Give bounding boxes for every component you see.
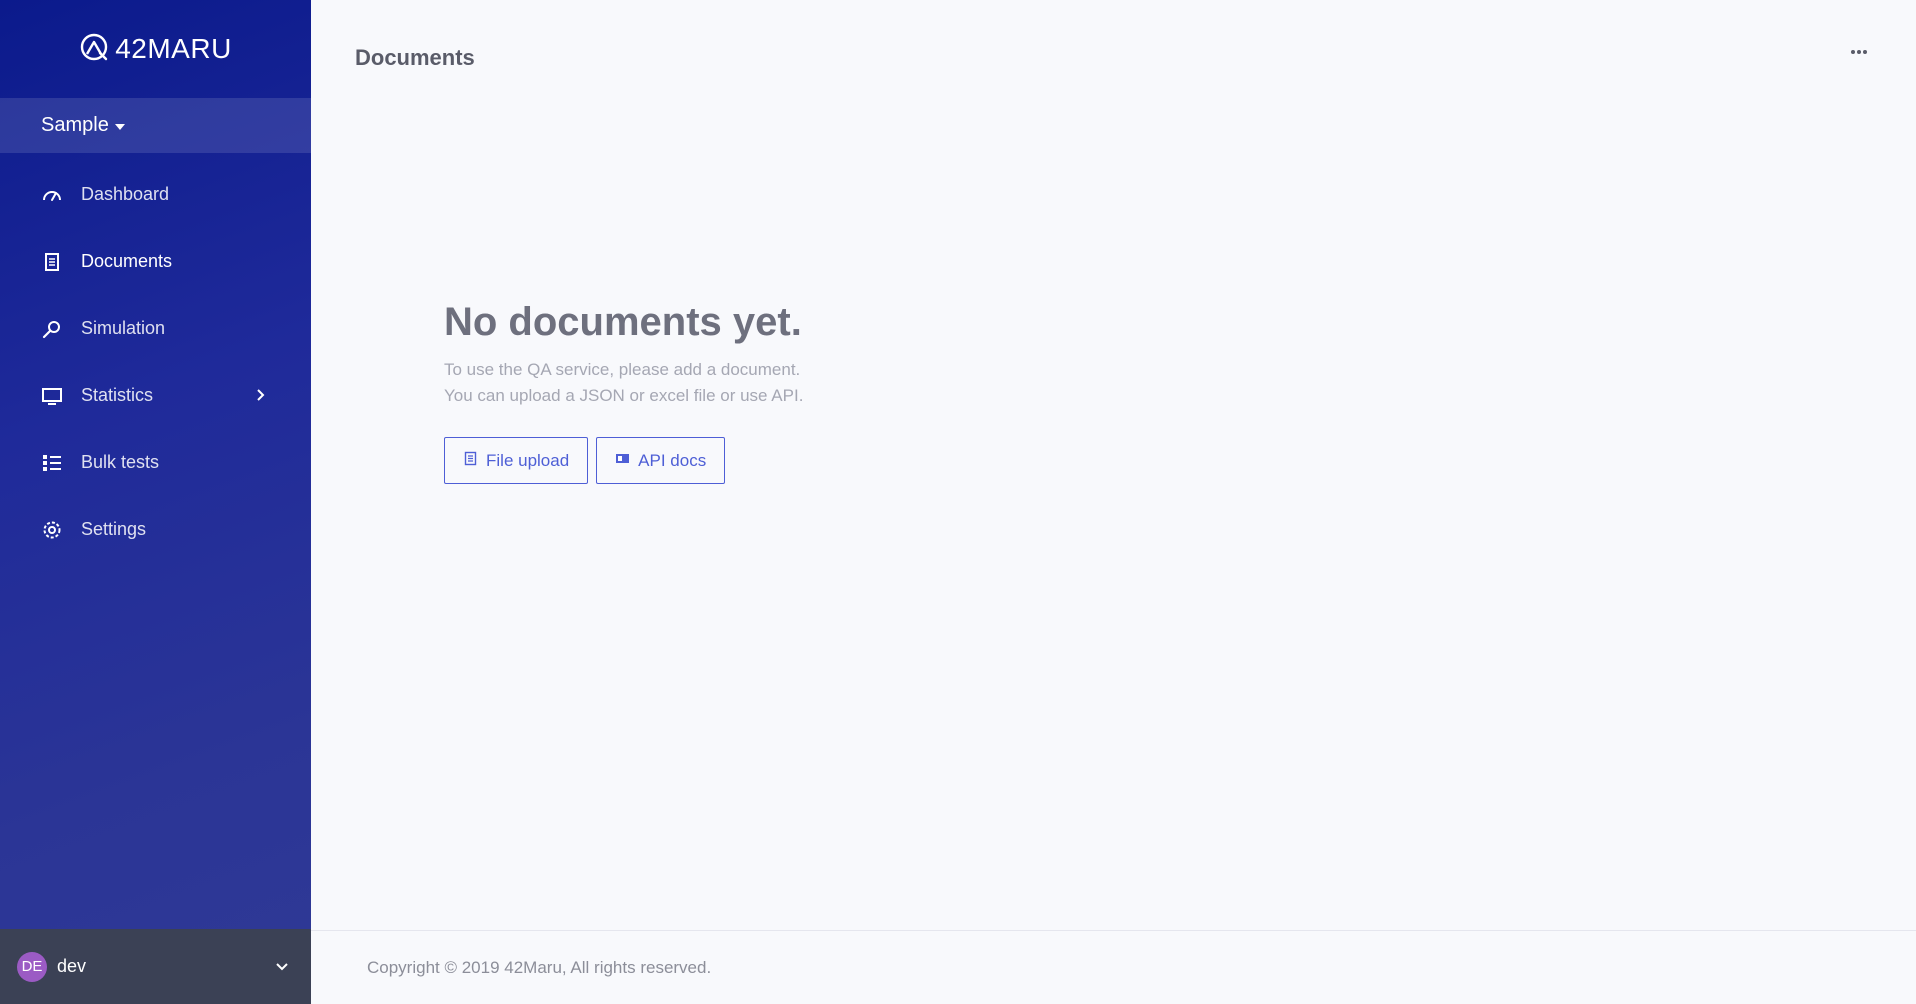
sidebar-item-label: Dashboard	[81, 184, 170, 204]
sidebar-item-label: Bulk tests	[81, 452, 160, 472]
chevron-right-icon	[251, 386, 269, 404]
logo-icon	[79, 32, 109, 67]
empty-state-line-1: To use the QA service, please add a docu…	[444, 360, 801, 379]
caret-down-icon	[114, 123, 125, 130]
book-icon	[615, 451, 630, 471]
footer: Copyright © 2019 42Maru, All rights rese…	[311, 930, 1916, 1004]
file-upload-label: File upload	[486, 450, 570, 470]
avatar: DE	[17, 951, 47, 982]
key-search-icon	[41, 318, 63, 340]
sidebar-item-settings[interactable]: Settings	[0, 496, 311, 563]
copyright-text: Copyright © 2019 42Maru, All rights rese…	[367, 957, 712, 977]
sidebar-item-label: Documents	[81, 251, 173, 271]
sidebar-item-label: Simulation	[81, 318, 166, 338]
sidebar: 42MARU Sample Dashboard Documents Simula…	[0, 0, 311, 1004]
empty-state-line-2: You can upload a JSON or excel file or u…	[444, 386, 804, 405]
brand-name: 42MARU	[115, 33, 232, 64]
sidebar-item-documents[interactable]: Documents	[0, 228, 311, 295]
ellipsis-icon[interactable]	[1842, 40, 1876, 64]
empty-state-actions: File upload API docs	[444, 437, 803, 484]
chevron-down-icon	[273, 957, 291, 975]
sidebar-item-label: Settings	[81, 519, 147, 539]
monitor-icon	[41, 385, 63, 407]
main-content: Documents No documents yet. To use the Q…	[311, 0, 1916, 931]
empty-state-description: To use the QA service, please add a docu…	[444, 357, 803, 409]
sidebar-item-statistics[interactable]: Statistics	[0, 362, 311, 429]
user-name: dev	[57, 956, 87, 976]
list-icon	[41, 452, 63, 474]
project-selector[interactable]: Sample	[0, 98, 311, 153]
user-menu[interactable]: DE dev	[0, 929, 311, 1004]
sidebar-nav: Dashboard Documents Simulation Statistic…	[0, 153, 311, 563]
gear-icon	[41, 519, 63, 541]
sidebar-item-label: Statistics	[81, 385, 154, 405]
api-docs-button[interactable]: API docs	[596, 437, 726, 484]
sidebar-item-bulk-tests[interactable]: Bulk tests	[0, 429, 311, 496]
gauge-icon	[41, 184, 63, 206]
empty-state-title: No documents yet.	[444, 300, 802, 344]
empty-state: No documents yet. To use the QA service,…	[444, 300, 803, 484]
file-upload-button[interactable]: File upload	[444, 437, 589, 484]
document-icon	[41, 251, 63, 273]
sidebar-item-dashboard[interactable]: Dashboard	[0, 161, 311, 228]
page-title: Documents	[355, 45, 475, 70]
project-label: Sample	[41, 114, 109, 136]
file-icon	[463, 451, 478, 471]
sidebar-item-simulation[interactable]: Simulation	[0, 295, 311, 362]
api-docs-label: API docs	[638, 450, 707, 470]
brand[interactable]: 42MARU	[0, 0, 311, 98]
